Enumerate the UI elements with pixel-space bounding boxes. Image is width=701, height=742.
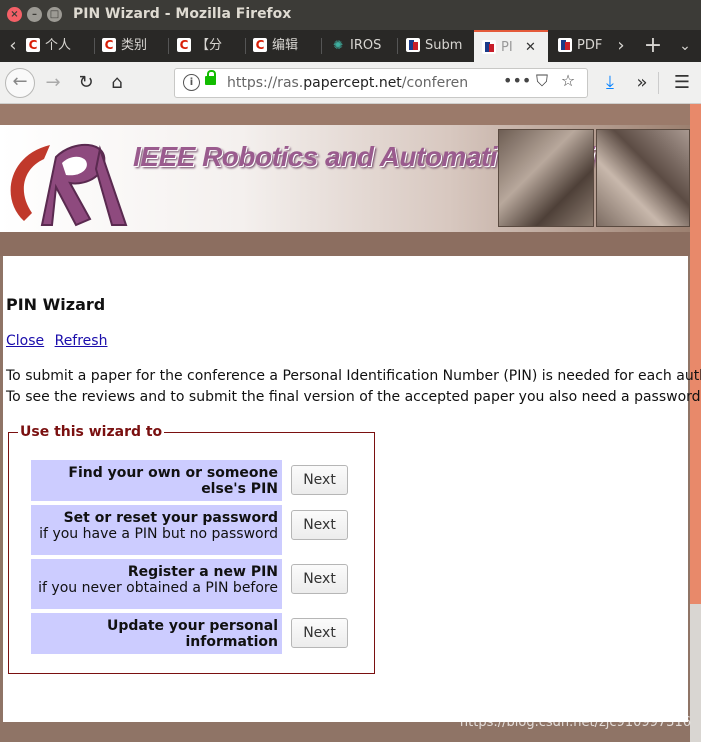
- intro-text-line-1: To submit a paper for the conference a P…: [6, 368, 701, 384]
- tab-label: 【分: [196, 38, 223, 53]
- new-tab-icon[interactable]: +: [641, 30, 665, 62]
- iros-icon: ✺: [332, 37, 344, 52]
- overflow-icon[interactable]: »: [630, 69, 654, 97]
- home-icon[interactable]: ⌂: [105, 69, 129, 97]
- page-viewport: IEEE Robotics and Automation Society PIN…: [0, 104, 701, 742]
- tab-7-active[interactable]: PI ✕: [474, 30, 548, 62]
- tab-label: Subm: [425, 38, 463, 53]
- tab-close-icon[interactable]: ✕: [525, 32, 536, 62]
- back-icon[interactable]: ←: [5, 68, 35, 98]
- main-content: PIN Wizard Close Refresh To submit a pap…: [3, 256, 701, 722]
- scroll-tabs-left-icon[interactable]: ‹: [0, 30, 26, 62]
- tab-2[interactable]: C 类别: [102, 30, 164, 62]
- option-subtitle: if you have a PIN but no password: [39, 526, 278, 542]
- intro-text-line-2: To see the reviews and to submit the fin…: [6, 389, 701, 405]
- robotics-photo-image: [498, 129, 594, 227]
- wizard-fieldset: Use this wizard to Find your own or some…: [8, 424, 375, 674]
- option-title: Find your own or someone else's PIN: [68, 465, 278, 497]
- ras-logo-icon: [10, 144, 128, 227]
- c-icon: C: [177, 37, 191, 52]
- info-icon[interactable]: i: [183, 74, 200, 91]
- window-title: PIN Wizard - Mozilla Firefox: [73, 6, 292, 22]
- refresh-link[interactable]: Refresh: [55, 333, 108, 349]
- tab-label: PI: [501, 40, 513, 55]
- scroll-tabs-right-icon[interactable]: ›: [611, 30, 631, 62]
- url-bar[interactable]: i https://ras.papercept.net/conferenc ••…: [174, 68, 588, 98]
- menu-icon[interactable]: ☰: [670, 69, 694, 97]
- robot-photo-image: [596, 129, 690, 227]
- banner-top-bar: [0, 104, 690, 125]
- close-link[interactable]: Close: [6, 333, 44, 349]
- pocket-icon[interactable]: ⛉: [529, 71, 555, 91]
- option-subtitle: if you never obtained a PIN before: [38, 580, 278, 596]
- tab-label: 类别: [121, 38, 148, 53]
- reload-icon[interactable]: ↻: [74, 69, 98, 97]
- lock-icon[interactable]: [205, 70, 216, 85]
- option-register-pin: Register a new PIN if you never obtained…: [31, 559, 282, 609]
- tab-1[interactable]: C 个人: [26, 30, 92, 62]
- tab-label: PDF: [577, 38, 603, 53]
- tab-label: 个人: [45, 38, 72, 53]
- c-icon: C: [102, 37, 116, 52]
- find-pin-next-button[interactable]: Next: [291, 465, 348, 495]
- tab-5[interactable]: ✺ IROS: [331, 30, 393, 62]
- window-minimize-button[interactable]: –: [27, 7, 42, 22]
- option-title: Set or reset your password: [63, 510, 278, 526]
- option-find-pin: Find your own or someone else's PIN: [31, 460, 282, 501]
- download-icon[interactable]: ⤓: [598, 69, 622, 97]
- tab-label: 编辑: [272, 38, 299, 53]
- tab-8[interactable]: PDF: [558, 30, 610, 62]
- option-title: Register a new PIN: [127, 564, 278, 580]
- tab-4[interactable]: C 编辑: [253, 30, 317, 62]
- page-links: Close Refresh: [6, 333, 113, 349]
- window-title-bar: × – □ PIN Wizard - Mozilla Firefox: [0, 0, 701, 30]
- watermark: https://blog.csdn.net/zjc910997316: [459, 715, 691, 730]
- banner-photos: [498, 129, 690, 227]
- scrollbar-track[interactable]: [690, 604, 701, 742]
- c-icon: C: [26, 37, 40, 52]
- tab-strip: ‹ C 个人 C 类别 C 【分 C 编辑 ✺ IROS Subm PI ✕ PDF › …: [0, 30, 701, 62]
- ras-banner: IEEE Robotics and Automation Society: [0, 125, 690, 232]
- wizard-legend: Use this wizard to: [18, 424, 165, 440]
- papercept-icon: [406, 37, 420, 52]
- more-icon[interactable]: •••: [503, 71, 531, 90]
- option-title: Update your personal information: [107, 618, 278, 650]
- window-maximize-button[interactable]: □: [47, 7, 62, 22]
- set-password-next-button[interactable]: Next: [291, 510, 348, 540]
- tab-list-chevron-down-icon[interactable]: ⌄: [673, 30, 697, 62]
- window-close-button[interactable]: ×: [7, 7, 22, 22]
- update-info-next-button[interactable]: Next: [291, 618, 348, 648]
- c-icon: C: [253, 37, 267, 52]
- forward-icon[interactable]: →: [41, 69, 65, 97]
- bookmark-star-icon[interactable]: ☆: [555, 71, 581, 90]
- navigation-toolbar: ← → ↻ ⌂ i https://ras.papercept.net/conf…: [0, 62, 701, 104]
- option-update-info: Update your personal information: [31, 613, 282, 654]
- papercept-icon: [558, 37, 572, 52]
- banner-bottom-bar: [0, 232, 690, 256]
- tab-6[interactable]: Subm: [406, 30, 468, 62]
- register-pin-next-button[interactable]: Next: [291, 564, 348, 594]
- right-edge-strip: [690, 104, 701, 624]
- papercept-icon: [482, 39, 496, 54]
- tab-3[interactable]: C 【分: [177, 30, 243, 62]
- tab-label: IROS: [350, 38, 382, 53]
- url-text[interactable]: https://ras.papercept.net/conferenc: [227, 75, 467, 91]
- option-set-password: Set or reset your password if you have a…: [31, 505, 282, 555]
- page-title: PIN Wizard: [6, 295, 106, 314]
